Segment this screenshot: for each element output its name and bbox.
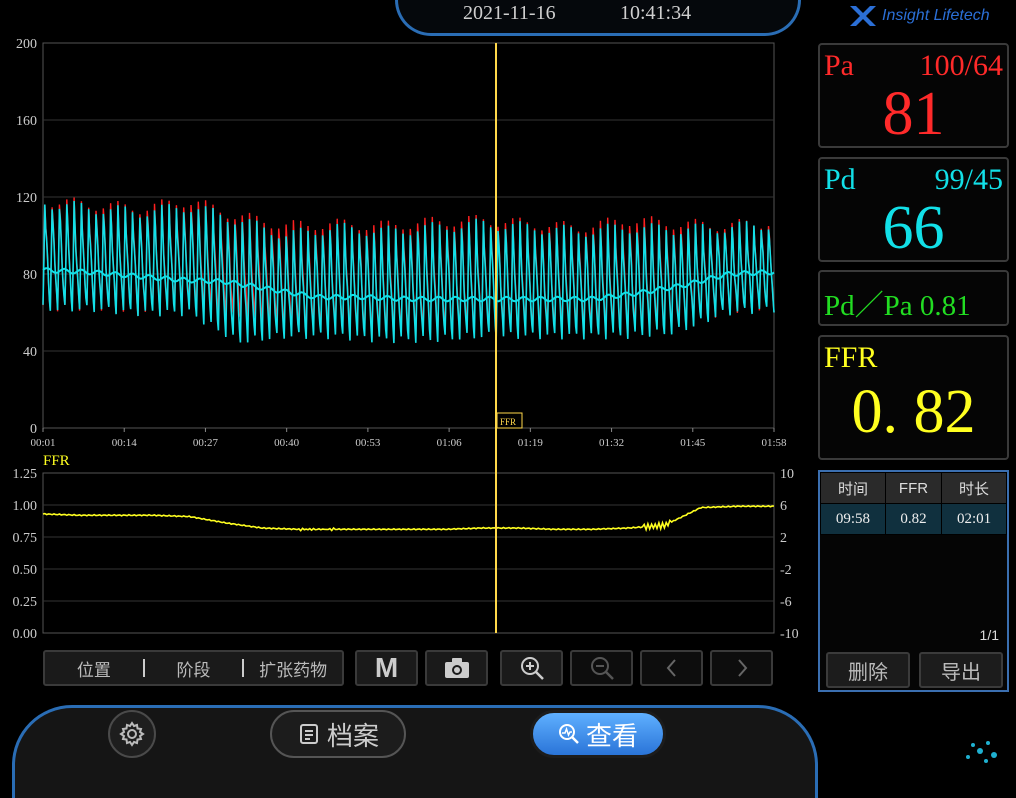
ffr-panel: FFR 0. 82: [818, 335, 1009, 460]
col-duration: 时长: [941, 472, 1007, 504]
next-button[interactable]: [710, 650, 773, 686]
ffr-label: FFR: [824, 341, 878, 374]
results-panel: 时间 FFR 时长 09:58 0.82 02:01 1/1 删除 导出: [818, 470, 1009, 692]
ffr-chart-title: FFR: [43, 453, 70, 469]
col-time: 时间: [820, 472, 886, 504]
pressure-chart-frame: [42, 42, 775, 429]
results-table: 时间 FFR 时长 09:58 0.82 02:01: [820, 472, 1007, 535]
ffr-y2-tick-label: 10: [780, 467, 794, 482]
pa-range: 100/64: [919, 49, 1003, 82]
previous-button[interactable]: [640, 650, 703, 686]
brand-logo: Insight Lifetech: [848, 4, 990, 28]
zoom-in-button[interactable]: [500, 650, 563, 686]
ffr-y-tick-label: 1.25: [13, 467, 38, 482]
export-button[interactable]: 导出: [919, 652, 1003, 688]
y-tick-label: 120: [16, 191, 37, 206]
ffr-y-tick-label: 0.00: [13, 627, 38, 642]
x-tick-label: 01:58: [761, 437, 787, 449]
pd-label: Pd: [824, 163, 856, 196]
ffr-y-tick-label: 1.00: [13, 499, 38, 514]
gear-icon: [119, 721, 145, 747]
ffr-y-tick-label: 0.75: [13, 531, 38, 546]
charts-area: 200 160 120 80 40 000:01 00:14 00:27 00:40 00:53 0…: [13, 37, 799, 642]
settings-button[interactable]: [108, 710, 156, 758]
ffr-y2-tick-label: 2: [780, 531, 787, 546]
x-tick-label: 00:01: [30, 437, 55, 449]
table-row[interactable]: 09:58 0.82 02:01: [820, 503, 1007, 535]
y-tick-label: 160: [16, 114, 37, 129]
zoom-out-icon: [590, 657, 614, 680]
pd-pa-ratio: Pd／Pa 0.81: [824, 290, 971, 322]
archive-button[interactable]: 档案: [270, 710, 406, 758]
marker-segment-bar: 位置 阶段 扩张药物: [43, 650, 344, 686]
delete-button[interactable]: 删除: [826, 652, 910, 688]
chevron-right-icon: [737, 659, 747, 677]
screenshot-button[interactable]: [425, 650, 488, 686]
mark-button[interactable]: M: [355, 650, 418, 686]
y-tick-label: 0: [30, 422, 37, 437]
ratio-panel: Pd／Pa 0.81: [818, 270, 1009, 326]
x-tick-label: 01:45: [680, 437, 706, 449]
row-ffr: 0.82: [884, 503, 943, 535]
row-time: 09:58: [820, 503, 886, 535]
ffr-y2-tick-label: -10: [780, 627, 799, 642]
ffr-y-tick-label: 0.50: [13, 563, 38, 578]
x-tick-label: 00:53: [355, 437, 381, 449]
cursor-label: FFR: [500, 417, 516, 427]
pa-value: 81: [882, 80, 945, 148]
view-search-icon: [558, 724, 579, 744]
x-tick-label: 01:06: [437, 437, 463, 449]
y-tick-label: 80: [23, 268, 37, 283]
archive-icon: [299, 724, 318, 744]
brand-mark-icon: [850, 6, 876, 26]
position-tab[interactable]: 位置: [45, 656, 143, 681]
view-label: 查看: [585, 720, 638, 751]
x-tick-label: 00:40: [274, 437, 300, 449]
pd-range: 99/45: [934, 163, 1003, 196]
brand-name: Insight Lifetech: [882, 7, 990, 24]
archive-label: 档案: [326, 720, 379, 751]
ffr-y2-tick-label: 6: [780, 499, 787, 514]
row-duration: 02:01: [941, 503, 1007, 535]
x-tick-label: 00:27: [193, 437, 219, 449]
camera-icon: [444, 658, 469, 678]
pa-panel: Pa 100/64 81: [818, 43, 1009, 148]
ffr-y2-tick-label: -6: [780, 595, 792, 610]
page-indicator: 1/1: [979, 627, 999, 643]
corner-decoration: [966, 741, 997, 763]
pd-value: 66: [882, 194, 945, 262]
y-tick-label: 40: [23, 345, 37, 360]
x-tick-label: 00:14: [112, 437, 138, 449]
chevron-left-icon: [666, 659, 676, 677]
ffr-y2-tick-label: -2: [780, 563, 792, 578]
pd-panel: Pd 99/45 66: [818, 157, 1009, 262]
x-tick-label: 01:32: [599, 437, 624, 449]
col-ffr: FFR: [884, 472, 943, 504]
stage-tab[interactable]: 阶段: [145, 656, 243, 681]
y-tick-label: 200: [16, 37, 37, 52]
view-button[interactable]: 查看: [530, 710, 666, 758]
zoom-out-button[interactable]: [570, 650, 633, 686]
zoom-in-icon: [520, 657, 544, 680]
x-tick-label: 01:19: [518, 437, 544, 449]
pa-label: Pa: [824, 49, 854, 82]
ffr-y-tick-label: 0.25: [13, 595, 38, 610]
ffr-chart-frame: [42, 472, 775, 634]
dilation-drug-tab[interactable]: 扩张药物: [244, 656, 342, 681]
ffr-value: 0. 82: [851, 378, 976, 446]
